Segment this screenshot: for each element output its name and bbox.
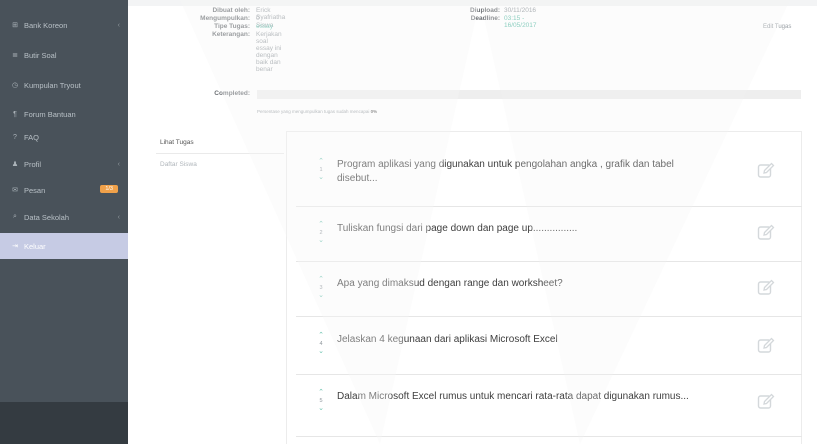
sidebar-item-pesan[interactable]: ✉ Pesan 1/3 bbox=[0, 177, 128, 203]
sidebar-item-label: Kumpulan Tryout bbox=[24, 80, 81, 90]
sidebar-footer bbox=[0, 402, 128, 444]
question-card: ⌃ 4 ⌄ Jelaskan 4 kegunaan dari aplikasi … bbox=[296, 317, 802, 375]
edit-task-button[interactable]: Edit Tugas bbox=[763, 24, 791, 30]
chevron-left-icon: ‹ bbox=[117, 160, 120, 168]
sidebar: ⊞ Bank Koreon ‹ ≣ Butir Soal ◷ Kumpulan … bbox=[0, 0, 128, 444]
tab-lihat-tugas[interactable]: Lihat Tugas bbox=[156, 131, 284, 153]
move-down-icon[interactable]: ⌄ bbox=[316, 292, 326, 300]
sidebar-item-label: Butir Soal bbox=[24, 50, 57, 60]
sidebar-item-label: Data Sekolah bbox=[24, 212, 70, 222]
clock-icon: ◷ bbox=[11, 82, 19, 89]
completed-label: Completed: bbox=[214, 90, 250, 97]
sidebar-item-label: Profil bbox=[24, 159, 42, 169]
description-label: Keterangan: bbox=[212, 31, 250, 38]
search-icon: ⌕ bbox=[13, 213, 17, 220]
question-text: Tuliskan fungsi dari page down dan page … bbox=[337, 223, 578, 234]
sidebar-item-faq[interactable]: ? FAQ bbox=[0, 124, 128, 150]
forum-icon: ¶ bbox=[13, 110, 17, 118]
creator-label: Dibuat oleh: bbox=[212, 7, 250, 14]
deadline-label: Deadline: bbox=[470, 15, 500, 22]
sidebar-item-profil[interactable]: ♟ Profil ‹ bbox=[0, 151, 128, 177]
question-number: 5 bbox=[319, 398, 323, 404]
move-down-icon[interactable]: ⌄ bbox=[316, 405, 326, 413]
question-text: Dalam Microsoft Excel rumus untuk mencar… bbox=[337, 391, 689, 402]
completion-progress-bar bbox=[257, 90, 801, 99]
envelope-icon: ✉ bbox=[12, 187, 18, 194]
move-up-icon[interactable]: ⌃ bbox=[316, 276, 326, 284]
task-type-label: Tipe Tugas: bbox=[214, 23, 250, 30]
tab-daftar-siswa[interactable]: Daftar Siswa bbox=[156, 153, 284, 175]
tab-divider bbox=[156, 153, 284, 154]
chevron-left-icon: ‹ bbox=[117, 213, 120, 221]
top-bar bbox=[128, 0, 817, 6]
deadline-value: 03:15 - 16/05/2017 bbox=[504, 15, 537, 29]
move-down-icon[interactable]: ⌄ bbox=[316, 348, 326, 356]
question-card: ⌃ 3 ⌄ Apa yang dimaksud dengan range dan… bbox=[296, 262, 802, 317]
move-up-icon[interactable]: ⌃ bbox=[316, 332, 326, 340]
question-number: 4 bbox=[319, 341, 323, 347]
sidebar-item-kumpulan-tryout[interactable]: ◷ Kumpulan Tryout bbox=[0, 72, 128, 98]
edit-icon[interactable] bbox=[757, 224, 775, 242]
chevron-left-icon: ‹ bbox=[117, 21, 120, 29]
question-order-controls: ⌃ 2 ⌄ bbox=[316, 221, 326, 245]
edit-icon[interactable] bbox=[757, 337, 775, 355]
question-number: 3 bbox=[319, 285, 323, 291]
question-card: ⌃ 5 ⌄ Dalam Microsoft Excel rumus untuk … bbox=[296, 375, 802, 437]
progress-note: Persentase yang mengumpulkan tugas sudah… bbox=[257, 109, 377, 114]
sidebar-item-label: Pesan bbox=[24, 185, 46, 195]
question-card: ⌃ 2 ⌄ Tuliskan fungsi dari page down dan… bbox=[296, 207, 802, 262]
question-order-controls: ⌃ 1 ⌄ bbox=[316, 158, 326, 182]
task-type-value: essay bbox=[256, 23, 273, 30]
sidebar-item-keluar[interactable]: ⇥ Keluar bbox=[0, 233, 128, 259]
sidebar-item-label: Bank Koreon bbox=[24, 20, 68, 30]
description-value: Kerjakan soal essay ini dengan baik dan … bbox=[256, 31, 282, 73]
progress-percent: 0% bbox=[370, 109, 378, 114]
question-order-controls: ⌃ 4 ⌄ bbox=[316, 332, 326, 356]
question-card: ⌃ 1 ⌄ Program aplikasi yang digunakan un… bbox=[296, 151, 802, 207]
uploaded-value: 30/11/2016 bbox=[504, 7, 537, 14]
question-number: 1 bbox=[319, 167, 323, 173]
list-icon: ≣ bbox=[12, 52, 18, 59]
user-icon: ♟ bbox=[11, 161, 19, 168]
question-text: Apa yang dimaksud dengan range dan works… bbox=[337, 278, 563, 289]
question-number: 2 bbox=[319, 230, 323, 236]
move-up-icon[interactable]: ⌃ bbox=[316, 158, 326, 166]
grid-icon: ⊞ bbox=[12, 22, 18, 29]
sidebar-item-label: Keluar bbox=[24, 241, 46, 251]
sidebar-item-label: Forum Bantuan bbox=[24, 109, 76, 119]
submitted-label: Mengumpulkan: bbox=[200, 15, 250, 22]
sidebar-item-bank-koreon[interactable]: ⊞ Bank Koreon ‹ bbox=[0, 12, 128, 38]
logout-icon: ⇥ bbox=[12, 243, 18, 250]
sidebar-item-data-sekolah[interactable]: ⌕ Data Sekolah ‹ bbox=[0, 204, 128, 230]
move-up-icon[interactable]: ⌃ bbox=[316, 221, 326, 229]
question-text: Program aplikasi yang digunakan untuk pe… bbox=[337, 159, 674, 184]
move-up-icon[interactable]: ⌃ bbox=[316, 389, 326, 397]
question-text: Jelaskan 4 kegunaan dari aplikasi Micros… bbox=[337, 334, 558, 345]
question-order-controls: ⌃ 5 ⌄ bbox=[316, 389, 326, 413]
edit-icon[interactable] bbox=[757, 393, 775, 411]
question-icon: ? bbox=[13, 133, 17, 141]
progress-note-text: Persentase yang mengumpulkan tugas sudah… bbox=[257, 109, 370, 114]
uploaded-label: Diupload: bbox=[470, 7, 500, 14]
move-down-icon[interactable]: ⌄ bbox=[316, 174, 326, 182]
sidebar-item-butir-soal[interactable]: ≣ Butir Soal bbox=[0, 42, 128, 68]
question-order-controls: ⌃ 3 ⌄ bbox=[316, 276, 326, 300]
move-down-icon[interactable]: ⌄ bbox=[316, 237, 326, 245]
message-count-badge: 1/3 bbox=[100, 185, 118, 193]
edit-icon[interactable] bbox=[757, 162, 775, 180]
edit-icon[interactable] bbox=[757, 279, 775, 297]
sidebar-item-label: FAQ bbox=[24, 132, 40, 142]
